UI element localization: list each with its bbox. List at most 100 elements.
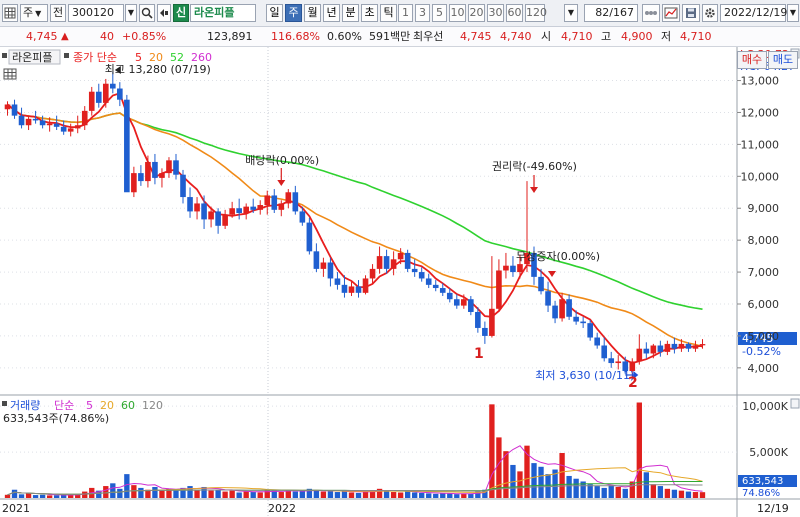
current-volume-tag-pct: 74.86% bbox=[742, 488, 780, 499]
stock-chart[interactable]: 최고 13,280 (07/19) 배당락(0.00%) 권리락(-49.60%) 무… bbox=[0, 47, 800, 517]
volume-bar bbox=[468, 493, 474, 498]
tab-interval-5[interactable]: 5 bbox=[432, 4, 447, 22]
volume-bar bbox=[671, 489, 678, 498]
tab-period-2[interactable]: 월 bbox=[304, 4, 321, 22]
buy-button[interactable]: 매수 bbox=[737, 51, 767, 69]
volume-bar bbox=[68, 495, 74, 498]
volume-bar bbox=[313, 490, 320, 498]
low-note: 최저 3,630 (10/11) bbox=[535, 369, 634, 382]
volume-bar bbox=[440, 493, 446, 498]
tab-interval-3[interactable]: 3 bbox=[415, 4, 430, 22]
tab-period-6[interactable]: 틱 bbox=[380, 4, 397, 22]
candle-body bbox=[348, 286, 355, 293]
candle-body bbox=[194, 203, 200, 212]
volume-bar bbox=[348, 492, 355, 498]
gear-icon[interactable] bbox=[702, 4, 718, 22]
candle-body bbox=[208, 211, 214, 220]
volume-bar bbox=[292, 491, 298, 498]
open-label: 시 bbox=[541, 30, 552, 43]
tab-period-1[interactable]: 주 bbox=[285, 4, 302, 22]
volume-bar bbox=[299, 491, 306, 498]
volume-bar bbox=[397, 492, 404, 498]
candle-body bbox=[32, 118, 39, 121]
candle-body bbox=[102, 83, 109, 103]
ma-legend-20: 20 bbox=[149, 51, 163, 64]
code-dropdown-icon[interactable]: ▼ bbox=[125, 4, 137, 22]
volume-bar bbox=[587, 484, 593, 498]
candle-body bbox=[678, 343, 685, 349]
volume-bar bbox=[433, 493, 439, 498]
candle-body bbox=[110, 83, 116, 89]
candle-body bbox=[418, 272, 425, 279]
tab-interval-10[interactable]: 10 bbox=[449, 4, 466, 22]
candle-body bbox=[18, 115, 25, 126]
candle-body bbox=[117, 88, 123, 100]
price-tick-label: 11,000 bbox=[741, 138, 780, 151]
stock-code-input[interactable]: 300120 bbox=[68, 4, 124, 22]
tab-period-4[interactable]: 분 bbox=[342, 4, 359, 22]
volume-bar bbox=[531, 463, 537, 498]
volume-indicator-label[interactable]: 단순 bbox=[54, 399, 74, 412]
candle-body bbox=[608, 358, 615, 364]
volume-bar bbox=[32, 495, 39, 498]
candle-body bbox=[461, 299, 467, 306]
interval-dropdown-icon[interactable]: ▼ bbox=[564, 4, 578, 22]
candle-body bbox=[215, 211, 221, 226]
stock-name-field[interactable]: 라온피플 bbox=[190, 4, 256, 22]
volume-bar bbox=[334, 492, 341, 498]
price-change-pct: +0.85% bbox=[122, 30, 167, 43]
search-icon[interactable] bbox=[139, 4, 155, 22]
high-label: 고 bbox=[601, 30, 612, 43]
tab-period-3[interactable]: 년 bbox=[323, 4, 340, 22]
candle-body bbox=[243, 206, 249, 214]
tab-interval-20[interactable]: 20 bbox=[468, 4, 485, 22]
volume-bar bbox=[250, 492, 256, 498]
volume-bar bbox=[622, 488, 628, 498]
volume-bar bbox=[243, 491, 249, 498]
candle-body bbox=[566, 299, 572, 317]
candle-body bbox=[95, 91, 102, 103]
candle-body bbox=[411, 268, 418, 273]
candle-body bbox=[404, 252, 411, 269]
sell-button[interactable]: 매도 bbox=[768, 51, 798, 69]
tab-period-0[interactable]: 일 bbox=[266, 4, 283, 22]
tab-interval-60[interactable]: 60 bbox=[506, 4, 523, 22]
save-icon[interactable] bbox=[682, 4, 700, 22]
volume-bar bbox=[355, 492, 362, 498]
volume-bar bbox=[447, 493, 453, 498]
credit-badge: 신 bbox=[173, 4, 189, 22]
volume-bar bbox=[39, 494, 46, 498]
page-counter: 82/167 bbox=[584, 4, 638, 22]
tab-interval-1[interactable]: 1 bbox=[398, 4, 413, 22]
chart-settings-icon[interactable] bbox=[662, 4, 680, 22]
volume-bar bbox=[103, 486, 109, 498]
market-type-select[interactable]: 주 ▼ bbox=[20, 4, 48, 22]
indicator-label[interactable]: 종가 단순 bbox=[73, 51, 117, 64]
volume-bar bbox=[236, 492, 242, 498]
grid-icon[interactable] bbox=[2, 4, 18, 22]
volume-bar bbox=[159, 490, 165, 498]
candle-body bbox=[67, 128, 74, 132]
price-tick-label: 10,000 bbox=[741, 170, 780, 183]
ask-price: 4,745 bbox=[460, 30, 492, 43]
date-field[interactable]: 2022/12/19 bbox=[720, 4, 787, 22]
candle-body bbox=[355, 286, 362, 293]
volume-scroll-button[interactable] bbox=[790, 398, 800, 409]
tab-period-5[interactable]: 초 bbox=[361, 4, 378, 22]
date-dropdown-icon[interactable]: ▼ bbox=[787, 4, 799, 22]
candle-body bbox=[81, 110, 88, 126]
candle-body bbox=[278, 203, 285, 210]
candle-body bbox=[25, 118, 32, 126]
candle-body bbox=[692, 345, 699, 349]
candle-body bbox=[159, 173, 165, 178]
tab-interval-30[interactable]: 30 bbox=[487, 4, 504, 22]
open-price: 4,710 bbox=[561, 30, 593, 43]
sub-type-button[interactable]: 전 bbox=[50, 4, 66, 22]
turnover-ratio: 0.60% bbox=[327, 30, 362, 43]
volume-bar bbox=[229, 490, 235, 498]
tab-interval-120[interactable]: 120 bbox=[525, 4, 547, 22]
volume-bar bbox=[152, 486, 158, 498]
candle-body bbox=[601, 345, 608, 359]
zoom-icon[interactable] bbox=[157, 4, 171, 22]
link-icon[interactable] bbox=[642, 4, 660, 22]
